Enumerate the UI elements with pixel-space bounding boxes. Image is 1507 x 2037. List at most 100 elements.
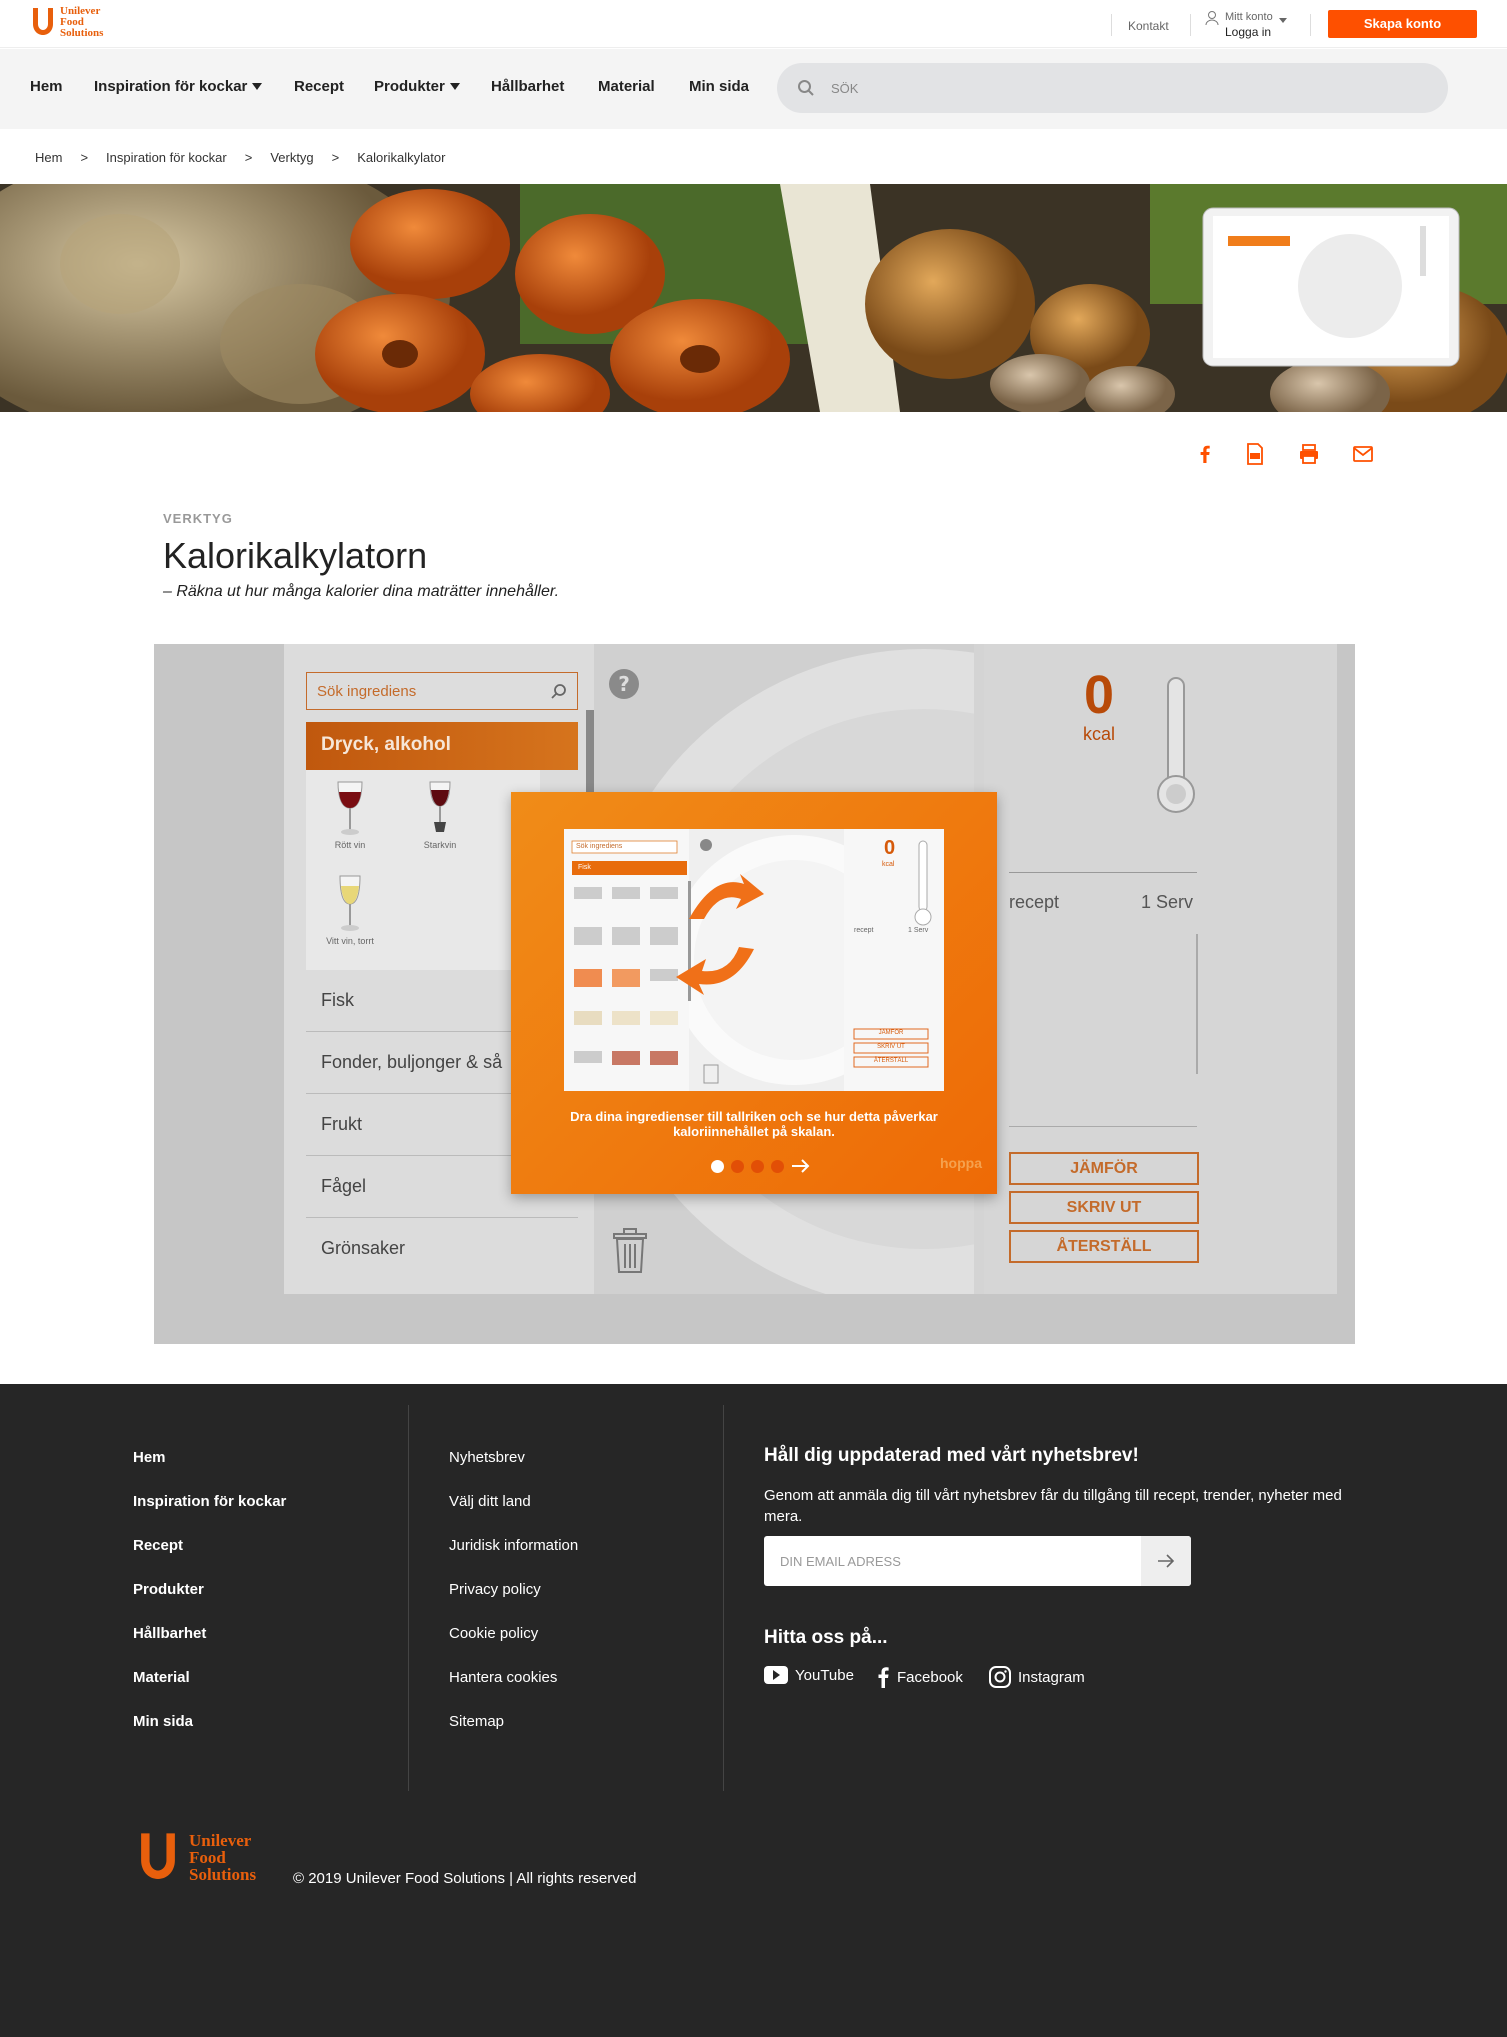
ingredient-search-input[interactable]: Sök ingrediens (306, 672, 578, 710)
footer-link-land[interactable]: Välj ditt land (449, 1493, 531, 1510)
kcal-label: kcal (1082, 724, 1115, 744)
chevron-down-icon (1278, 18, 1287, 23)
email-icon[interactable] (1351, 442, 1375, 466)
mini-serv: 1 Serv (908, 927, 929, 934)
unilever-logo-icon (141, 1833, 175, 1879)
social-facebook[interactable]: Facebook (876, 1666, 963, 1688)
help-icon[interactable]: ? (608, 668, 640, 700)
pagination-dot[interactable] (731, 1159, 744, 1173)
search-input[interactable]: SÖK (777, 63, 1448, 113)
footer-link-material[interactable]: Material (133, 1669, 190, 1686)
breadcrumb-separator: > (331, 150, 340, 165)
nav-hem[interactable]: Hem (30, 78, 63, 95)
svg-text:?: ? (618, 672, 630, 696)
logo-text: Unilever Food Solutions (189, 1830, 257, 1884)
search-icon (798, 80, 814, 96)
logo-text: Unilever Food Solutions (60, 4, 104, 39)
social-label: Instagram (1018, 1668, 1085, 1686)
breadcrumb-verktyg[interactable]: Verktyg (270, 150, 313, 165)
footer-divider (723, 1405, 724, 1791)
drink-item-vitt-vin[interactable]: Vitt vin, torrt (310, 874, 390, 946)
drink-item-starkvin[interactable]: Starkvin (400, 778, 480, 850)
divider (1190, 14, 1191, 36)
drink-item-rott-vin[interactable]: Rött vin (310, 778, 390, 850)
drink-label: Rött vin (334, 840, 366, 850)
footer-link-sitemap[interactable]: Sitemap (449, 1713, 504, 1730)
nav-inspiration[interactable]: Inspiration för kockar (94, 78, 263, 95)
print-icon[interactable] (1297, 442, 1321, 466)
login-link[interactable]: Logga in (1225, 25, 1273, 40)
arrow-right-icon (1158, 1554, 1175, 1568)
footer-divider (408, 1405, 409, 1791)
footer-link-hantera-cookies[interactable]: Hantera cookies (449, 1669, 557, 1686)
account-menu[interactable]: Mitt konto Logga in (1205, 10, 1287, 40)
social-label: YouTube (795, 1666, 854, 1684)
nav-material[interactable]: Material (598, 78, 655, 95)
newsletter-heading: Håll dig uppdaterad med vårt nyhetsbrev! (764, 1445, 1139, 1466)
breadcrumb-hem[interactable]: Hem (35, 150, 62, 165)
search-icon (551, 684, 566, 699)
social-youtube[interactable]: YouTube (764, 1666, 854, 1684)
caret-down-icon (252, 83, 263, 90)
footer-logo[interactable]: Unilever Food Solutions (133, 1830, 256, 1884)
list-scrollbar[interactable] (1196, 934, 1198, 1074)
footer-link-inspiration[interactable]: Inspiration för kockar (133, 1493, 286, 1510)
page-kicker: VERKTYG (163, 511, 233, 526)
top-bar: Unilever Food Solutions Kontakt Mitt konto… (0, 0, 1507, 48)
print-button[interactable]: SKRIV UT (1009, 1191, 1199, 1224)
unilever-logo-icon (33, 8, 53, 35)
reset-button[interactable]: ÅTERSTÄLL (1009, 1230, 1199, 1263)
mini-search: Sök ingrediens (576, 843, 623, 850)
brand-logo[interactable]: Unilever Food Solutions (30, 4, 122, 40)
pagination-dot-active[interactable] (711, 1159, 724, 1173)
compare-button[interactable]: JÄMFÖR (1009, 1152, 1199, 1185)
newsletter-submit-button[interactable] (1141, 1536, 1191, 1586)
footer-link-hallbarhet[interactable]: Hållbarhet (133, 1625, 206, 1642)
mini-button: ÅTERSTÄLL (873, 1058, 909, 1064)
facebook-icon[interactable] (1193, 442, 1217, 466)
ingredient-search-placeholder: Sök ingrediens (317, 683, 417, 700)
footer-link-hem[interactable]: Hem (133, 1449, 166, 1466)
mini-button: JÄMFÖR (878, 1030, 904, 1036)
mini-kcal: 0 (884, 837, 896, 859)
recept-label: recept (1009, 892, 1060, 912)
arrow-right-icon[interactable] (791, 1158, 811, 1174)
nav-produkter[interactable]: Produkter (374, 78, 460, 95)
nav-hallbarhet[interactable]: Hållbarhet (491, 78, 564, 95)
pagination-dot[interactable] (771, 1159, 784, 1173)
nav-recept[interactable]: Recept (294, 78, 344, 95)
breadcrumb-inspiration[interactable]: Inspiration för kockar (106, 150, 227, 165)
footer-link-recept[interactable]: Recept (133, 1537, 183, 1554)
create-account-button[interactable]: Skapa konto (1328, 10, 1477, 38)
footer-link-nyhetsbrev[interactable]: Nyhetsbrev (449, 1449, 525, 1466)
instagram-icon (989, 1666, 1011, 1688)
intro-modal: Sök ingrediens Fisk 0 kcal recept 1 Serv… (511, 792, 997, 1194)
nav-min-sida[interactable]: Min sida (689, 78, 749, 95)
footer-link-juridisk[interactable]: Juridisk information (449, 1537, 578, 1554)
pagination-dot[interactable] (751, 1159, 764, 1173)
breadcrumb: Hem > Inspiration för kockar > Verktyg >… (35, 150, 445, 165)
footer: Hem Inspiration för kockar Recept Produk… (0, 1384, 1507, 2037)
breadcrumb-separator: > (80, 150, 89, 165)
skip-button[interactable]: hoppa (940, 1155, 982, 1171)
category-dryck-alkohol[interactable]: Dryck, alkohol (306, 722, 578, 770)
youtube-icon (764, 1666, 788, 1684)
contact-link[interactable]: Kontakt (1128, 19, 1169, 33)
mini-category: Fisk (578, 864, 591, 871)
category-gronsaker[interactable]: Grönsaker (306, 1218, 578, 1280)
mini-kcal-label: kcal (882, 861, 895, 868)
footer-link-privacy[interactable]: Privacy policy (449, 1581, 541, 1598)
footer-link-cookie[interactable]: Cookie policy (449, 1625, 538, 1642)
search-placeholder: SÖK (831, 80, 859, 96)
trash-icon[interactable] (610, 1226, 650, 1274)
servings-value[interactable]: 1 Serv (1141, 892, 1193, 913)
divider (1310, 14, 1311, 36)
footer-link-produkter[interactable]: Produkter (133, 1581, 204, 1598)
newsletter-text: Genom att anmäla dig till vårt nyhetsbre… (764, 1487, 1342, 1525)
footer-link-min-sida[interactable]: Min sida (133, 1713, 193, 1730)
social-instagram[interactable]: Instagram (989, 1666, 1085, 1688)
newsletter-email-field[interactable]: DIN EMAIL ADRESS (764, 1536, 1191, 1586)
pdf-icon[interactable] (1243, 442, 1267, 466)
vegetables-image (0, 184, 1507, 412)
calorie-panel: 0 kcal recept 1 Serv JÄMFÖR SKRIV UT ÅTE… (984, 644, 1337, 1294)
